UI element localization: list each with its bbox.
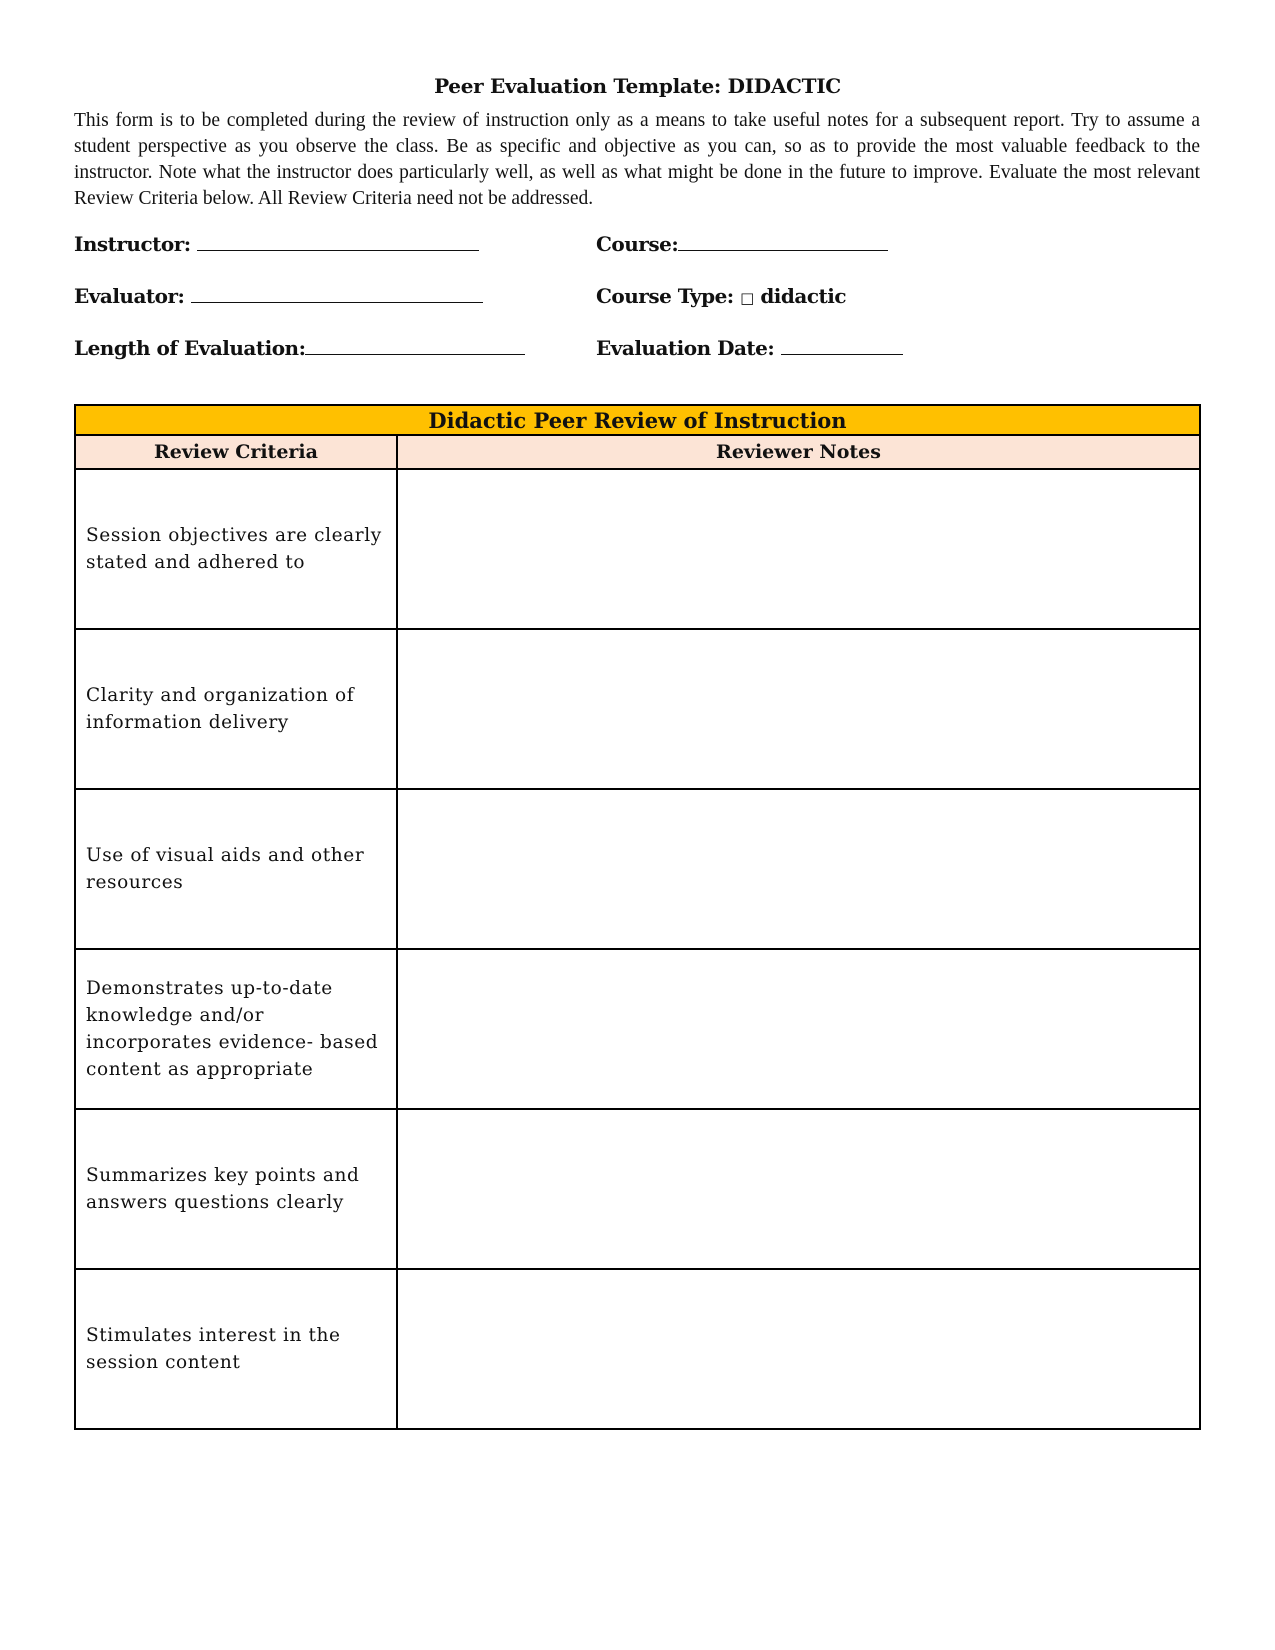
course-type-option: didactic bbox=[760, 284, 847, 308]
evaluator-input[interactable] bbox=[190, 284, 483, 303]
instructor-field: Instructor: bbox=[74, 232, 480, 256]
evaluator-field: Evaluator: bbox=[74, 284, 483, 308]
course-type-field: Course Type: □ didactic bbox=[596, 284, 847, 308]
date-input[interactable] bbox=[780, 336, 903, 355]
notes-cell[interactable] bbox=[396, 468, 1201, 630]
table-row: Use of visual aids and other resources bbox=[74, 788, 1201, 950]
length-label: Length of Evaluation: bbox=[74, 336, 306, 360]
criteria-cell: Stimulates interest in the session conte… bbox=[74, 1268, 398, 1430]
length-input[interactable] bbox=[305, 336, 526, 355]
course-field: Course: bbox=[596, 232, 889, 256]
course-input[interactable] bbox=[678, 232, 889, 251]
col-reviewer-notes: Reviewer Notes bbox=[396, 434, 1201, 470]
table-title: Didactic Peer Review of Instruction bbox=[74, 404, 1201, 436]
notes-cell[interactable] bbox=[396, 628, 1201, 790]
criteria-cell: Summarizes key points and answers questi… bbox=[74, 1108, 398, 1270]
notes-cell[interactable] bbox=[396, 1268, 1201, 1430]
table-row: Session objectives are clearly stated an… bbox=[74, 468, 1201, 630]
table-row: Clarity and organization of information … bbox=[74, 628, 1201, 790]
checkbox-icon[interactable]: □ bbox=[740, 289, 754, 307]
criteria-cell: Clarity and organization of information … bbox=[74, 628, 398, 790]
intro-paragraph: This form is to be completed during the … bbox=[74, 110, 1200, 209]
notes-cell[interactable] bbox=[396, 948, 1201, 1110]
table-row: Stimulates interest in the session conte… bbox=[74, 1268, 1201, 1430]
page-title: Peer Evaluation Template: DIDACTIC bbox=[434, 74, 841, 98]
col-review-criteria: Review Criteria bbox=[74, 434, 398, 470]
notes-cell[interactable] bbox=[396, 788, 1201, 950]
length-field: Length of Evaluation: bbox=[74, 336, 526, 360]
table-row: Demonstrates up-to-date knowledge and/or… bbox=[74, 948, 1201, 1110]
instructor-input[interactable] bbox=[197, 232, 480, 251]
date-field: Evaluation Date: bbox=[596, 336, 903, 360]
course-type-label: Course Type: bbox=[596, 284, 734, 308]
instructor-label: Instructor: bbox=[74, 232, 191, 256]
notes-cell[interactable] bbox=[396, 1108, 1201, 1270]
criteria-cell: Demonstrates up-to-date knowledge and/or… bbox=[74, 948, 398, 1110]
review-table: Didactic Peer Review of Instruction Revi… bbox=[74, 404, 1201, 1430]
course-label: Course: bbox=[596, 232, 679, 256]
criteria-cell: Session objectives are clearly stated an… bbox=[74, 468, 398, 630]
evaluator-label: Evaluator: bbox=[74, 284, 185, 308]
date-label: Evaluation Date: bbox=[596, 336, 775, 360]
criteria-cell: Use of visual aids and other resources bbox=[74, 788, 398, 950]
table-row: Summarizes key points and answers questi… bbox=[74, 1108, 1201, 1270]
